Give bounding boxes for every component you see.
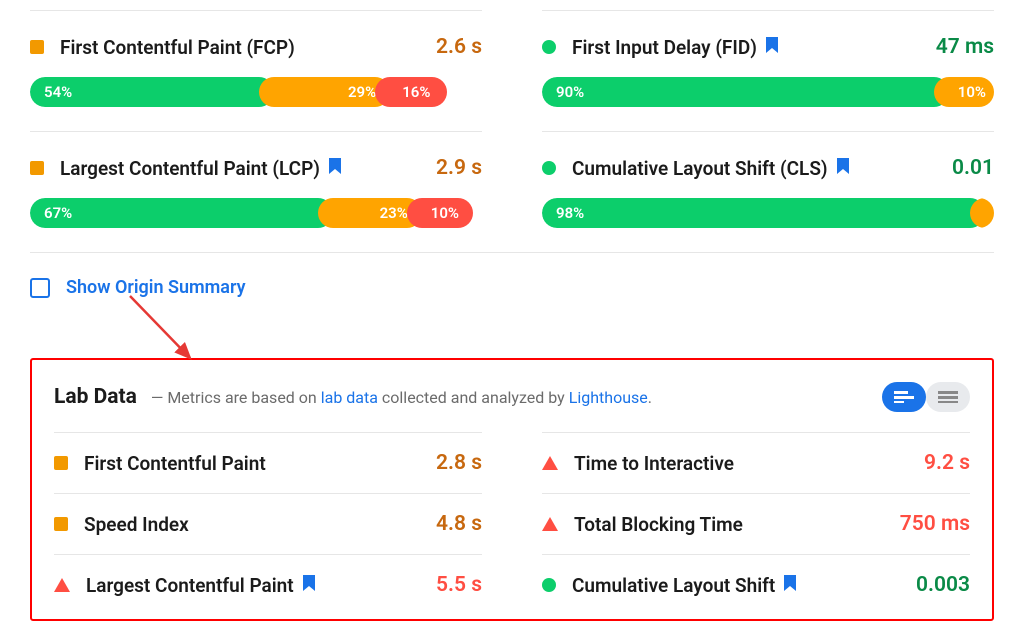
field-metric: Largest Contentful Paint (LCP) 2.9 s 67%23…: [30, 131, 482, 252]
lab-metric-value: 5.5 s: [436, 573, 482, 597]
bookmark-icon: [783, 574, 797, 596]
field-metric: First Contentful Paint (FCP) 2.6 s 54%29%1…: [30, 10, 482, 131]
distribution-bar: 67%23%10%: [30, 198, 482, 228]
lab-metric-label: Largest Contentful Paint: [86, 574, 420, 597]
view-toggle-compact[interactable]: [926, 382, 970, 412]
segment-bad: 16%: [375, 77, 447, 107]
lab-metric-label: Cumulative Layout Shift: [572, 574, 900, 597]
bookmark-icon: [328, 157, 342, 179]
segment-good: 90%: [542, 77, 949, 107]
segment-bad: 10%: [407, 198, 473, 228]
metric-label: First Input Delay (FID): [572, 36, 920, 59]
lab-data-panel: Lab Data — Metrics are based on lab data…: [30, 358, 994, 621]
segment-good: 67%: [30, 198, 333, 228]
metric-label: Cumulative Layout Shift (CLS): [572, 157, 936, 180]
metric-header-row[interactable]: First Contentful Paint (FCP) 2.6 s: [30, 35, 482, 59]
metric-value: 2.6 s: [436, 35, 482, 59]
triangle-marker-icon: [54, 578, 70, 592]
view-toggle-detail[interactable]: [882, 382, 926, 412]
segment-mid: 10%: [934, 77, 994, 107]
metric-label: First Contentful Paint (FCP): [60, 36, 420, 59]
metric-header-row[interactable]: Cumulative Layout Shift (CLS) 0.01: [542, 156, 994, 180]
lab-metric-value: 4.8 s: [436, 512, 482, 536]
distribution-bar: 90%10%: [542, 77, 994, 107]
circle-marker-icon: [542, 161, 556, 175]
field-metric: First Input Delay (FID) 47 ms 90%10%: [542, 10, 994, 131]
lab-metric-label: Time to Interactive: [574, 452, 908, 475]
field-right-col: First Input Delay (FID) 47 ms 90%10% Cumula…: [542, 10, 994, 252]
bookmark-icon: [765, 36, 779, 58]
metric-header-row[interactable]: First Input Delay (FID) 47 ms: [542, 35, 994, 59]
metric-label: Largest Contentful Paint (LCP): [60, 157, 420, 180]
lab-metric-label: First Contentful Paint: [84, 452, 420, 475]
segment-mid: 2%: [970, 198, 994, 228]
circle-marker-icon: [542, 40, 556, 54]
square-marker-icon: [30, 40, 44, 54]
triangle-marker-icon: [542, 517, 558, 531]
square-marker-icon: [54, 517, 68, 531]
lab-metric-row[interactable]: Speed Index 4.8 s: [54, 493, 482, 554]
segment-mid: 29%: [259, 77, 390, 107]
lab-metric-row[interactable]: Time to Interactive 9.2 s: [542, 432, 970, 493]
lab-title: Lab Data: [54, 385, 137, 409]
lab-metric-value: 9.2 s: [924, 451, 970, 475]
lab-description: — Metrics are based on lab data collecte…: [151, 388, 868, 407]
lab-metric-value: 2.8 s: [436, 451, 482, 475]
metric-value: 2.9 s: [436, 156, 482, 180]
lab-metric-value: 750 ms: [900, 512, 970, 536]
field-metric: Cumulative Layout Shift (CLS) 0.01 98%2%: [542, 131, 994, 252]
square-marker-icon: [54, 456, 68, 470]
lab-metrics-grid: First Contentful Paint 2.8 s Speed Index 4.…: [54, 432, 970, 615]
origin-summary-checkbox[interactable]: [30, 278, 50, 298]
segment-good: 98%: [542, 198, 985, 228]
lab-header: Lab Data — Metrics are based on lab data…: [54, 360, 970, 432]
field-metrics-grid: First Contentful Paint (FCP)2.6 s54%29%1…: [30, 10, 994, 252]
lab-metric-value: 0.003: [916, 573, 970, 597]
distribution-bar: 54%29%16%: [30, 77, 482, 107]
circle-marker-icon: [542, 578, 556, 592]
lab-data-link[interactable]: lab data: [321, 388, 378, 407]
field-left-col: First Contentful Paint (FCP)2.6 s54%29%1…: [30, 10, 482, 252]
metric-value: 0.01: [952, 156, 994, 180]
distribution-bar: 98%2%: [542, 198, 994, 228]
lab-metric-row[interactable]: Largest Contentful Paint 5.5 s: [54, 554, 482, 615]
annotation-arrow: [30, 298, 994, 358]
metric-value: 47 ms: [936, 35, 994, 59]
lab-metric-label: Total Blocking Time: [574, 513, 884, 536]
square-marker-icon: [30, 161, 44, 175]
segment-good: 54%: [30, 77, 274, 107]
lab-metric-label: Speed Index: [84, 513, 420, 536]
lab-metric-row[interactable]: Cumulative Layout Shift 0.003: [542, 554, 970, 615]
lab-metric-row[interactable]: Total Blocking Time 750 ms: [542, 493, 970, 554]
lab-left-col: First Contentful Paint 2.8 s Speed Index 4.…: [54, 432, 482, 615]
bookmark-icon: [302, 574, 316, 596]
metric-header-row[interactable]: Largest Contentful Paint (LCP) 2.9 s: [30, 156, 482, 180]
lighthouse-link[interactable]: Lighthouse: [569, 388, 648, 407]
lab-metric-row[interactable]: First Contentful Paint 2.8 s: [54, 432, 482, 493]
lab-right-col: Time to Interactive 9.2 s Total Blocking T…: [542, 432, 970, 615]
bookmark-icon: [836, 157, 850, 179]
triangle-marker-icon: [542, 456, 558, 470]
view-toggle[interactable]: [882, 382, 970, 412]
